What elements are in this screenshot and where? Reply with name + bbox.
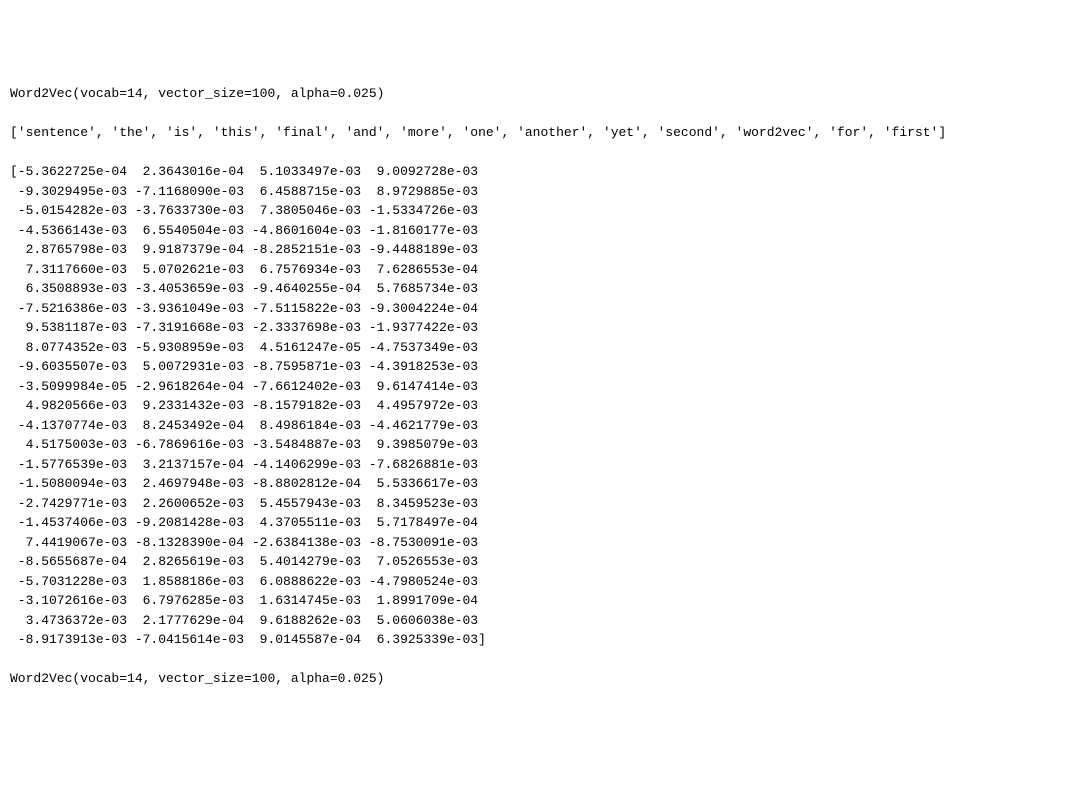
vector-row: 3.4736372e-03 2.1777629e-04 9.6188262e-0… xyxy=(10,611,1070,631)
vector-row: -5.0154282e-03 -3.7633730e-03 7.3805046e… xyxy=(10,201,1070,221)
vector-row: 6.3508893e-03 -3.4053659e-03 -9.4640255e… xyxy=(10,279,1070,299)
vocab-list-line: ['sentence', 'the', 'is', 'this', 'final… xyxy=(10,123,1070,143)
model-summary-line-2: Word2Vec(vocab=14, vector_size=100, alph… xyxy=(10,669,1070,689)
vector-row: -7.5216386e-03 -3.9361049e-03 -7.5115822… xyxy=(10,299,1070,319)
vector-row: [-5.3622725e-04 2.3643016e-04 5.1033497e… xyxy=(10,162,1070,182)
vector-row: -4.5366143e-03 6.5540504e-03 -4.8601604e… xyxy=(10,221,1070,241)
vector-row: -1.4537406e-03 -9.2081428e-03 4.3705511e… xyxy=(10,513,1070,533)
vector-row: 4.5175003e-03 -6.7869616e-03 -3.5484887e… xyxy=(10,435,1070,455)
vector-row: -3.5099984e-05 -2.9618264e-04 -7.6612402… xyxy=(10,377,1070,397)
vector-row: 7.3117660e-03 5.0702621e-03 6.7576934e-0… xyxy=(10,260,1070,280)
vector-row: -8.9173913e-03 -7.0415614e-03 9.0145587e… xyxy=(10,630,1070,650)
vector-row: -1.5776539e-03 3.2137157e-04 -4.1406299e… xyxy=(10,455,1070,475)
vector-row: 8.0774352e-03 -5.9308959e-03 4.5161247e-… xyxy=(10,338,1070,358)
vector-row: -2.7429771e-03 2.2600652e-03 5.4557943e-… xyxy=(10,494,1070,514)
model-summary-line-1: Word2Vec(vocab=14, vector_size=100, alph… xyxy=(10,84,1070,104)
vector-row: 4.9820566e-03 9.2331432e-03 -8.1579182e-… xyxy=(10,396,1070,416)
vector-row: 7.4419067e-03 -8.1328390e-04 -2.6384138e… xyxy=(10,533,1070,553)
vector-row: -8.5655687e-04 2.8265619e-03 5.4014279e-… xyxy=(10,552,1070,572)
vector-array-block: [-5.3622725e-04 2.3643016e-04 5.1033497e… xyxy=(10,162,1070,650)
vector-row: -3.1072616e-03 6.7976285e-03 1.6314745e-… xyxy=(10,591,1070,611)
vector-row: 2.8765798e-03 9.9187379e-04 -8.2852151e-… xyxy=(10,240,1070,260)
vector-row: -5.7031228e-03 1.8588186e-03 6.0888622e-… xyxy=(10,572,1070,592)
vector-row: -4.1370774e-03 8.2453492e-04 8.4986184e-… xyxy=(10,416,1070,436)
vector-row: -1.5080094e-03 2.4697948e-03 -8.8802812e… xyxy=(10,474,1070,494)
vector-row: -9.3029495e-03 -7.1168090e-03 6.4588715e… xyxy=(10,182,1070,202)
vector-row: -9.6035507e-03 5.0072931e-03 -8.7595871e… xyxy=(10,357,1070,377)
vector-row: 9.5381187e-03 -7.3191668e-03 -2.3337698e… xyxy=(10,318,1070,338)
